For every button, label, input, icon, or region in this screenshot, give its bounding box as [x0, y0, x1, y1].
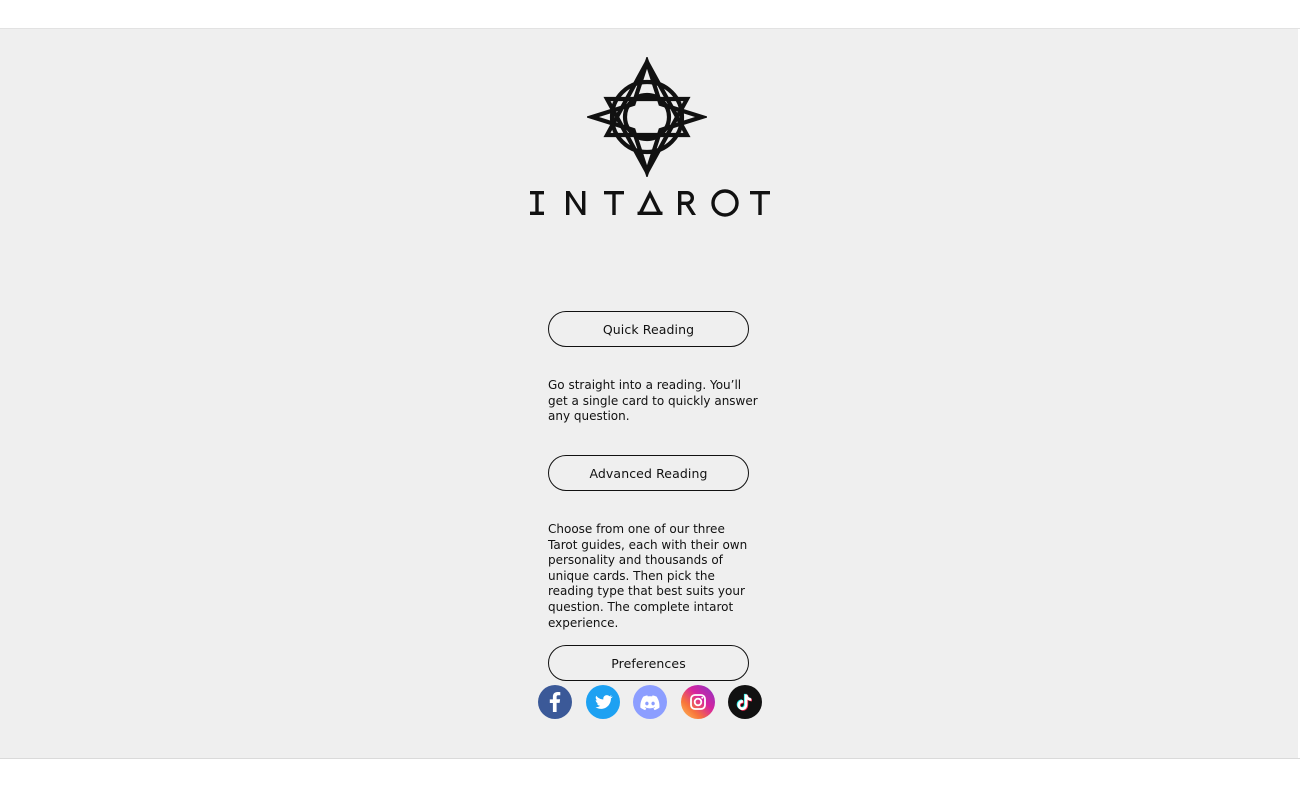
advanced-reading-button[interactable]: Advanced Reading [548, 455, 749, 491]
wordmark-letters [530, 189, 770, 217]
tiktok-icon[interactable] [728, 685, 762, 719]
bottom-bar [0, 759, 1300, 788]
brand-wordmark-graphic [530, 189, 770, 217]
discord-icon[interactable] [633, 685, 667, 719]
preferences-button[interactable]: Preferences [548, 645, 749, 681]
social-links [538, 685, 764, 719]
quick-reading-button[interactable]: Quick Reading [548, 311, 749, 347]
advanced-reading-description: Choose from one of our three Tarot guide… [548, 522, 748, 630]
instagram-icon[interactable] [680, 685, 715, 719]
facebook-icon[interactable] [538, 685, 572, 719]
twitter-icon[interactable] [585, 685, 620, 719]
quick-reading-description: Go straight into a reading. You’ll get a… [548, 378, 758, 424]
intarot-logo-icon [587, 57, 707, 177]
top-bar [0, 0, 1300, 29]
brand-wordmark [530, 189, 770, 221]
